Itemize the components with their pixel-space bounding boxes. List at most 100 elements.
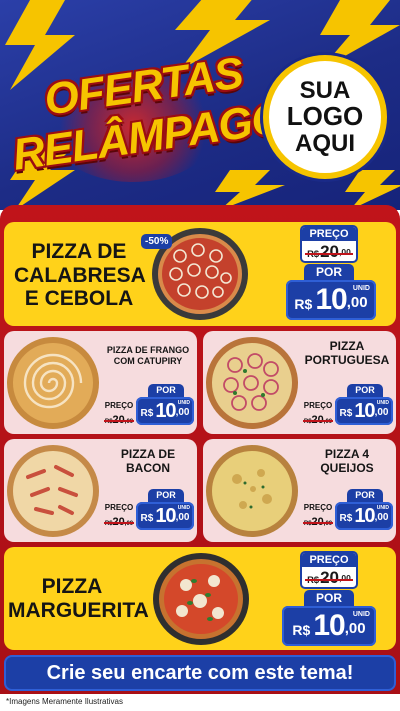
product-card-frango[interactable]: PIZZA DE FRANGO COM CATUPIRY PREÇO R$20,… (4, 331, 197, 434)
unit-label: UNID (376, 400, 389, 406)
product-name-line: MARGUERITA (8, 598, 149, 622)
product-card-marguerita[interactable]: PIZZA MARGUERITA PREÇO R$20,00 POR R$ 10… (4, 547, 396, 650)
preco-label: PREÇO (303, 401, 333, 410)
original-price-tag: PREÇO R$20,00 (102, 503, 136, 530)
product-name-line: PIZZA DE (120, 447, 176, 461)
pizza-frango-image (7, 337, 99, 429)
price-cents: ,00 (344, 620, 366, 637)
pizza-4-queijos-image (206, 445, 298, 537)
product-name-line: COM CATUPIRY (113, 355, 183, 366)
product-name-line: PORTUGUESA (304, 353, 390, 368)
discount-badge: -50% (141, 234, 173, 249)
unit-label: UNID (352, 285, 370, 292)
por-label: POR (304, 590, 354, 606)
price-cents: ,00 (374, 407, 389, 418)
product-name-line: BACON (126, 461, 170, 476)
old-price-cents: ,00 (124, 419, 134, 425)
por-label: POR (148, 489, 184, 502)
original-price-tag: PREÇO R$20,00 (301, 401, 335, 428)
original-price-tag: PREÇO R$20,00 (300, 551, 358, 589)
sale-price-tag: R$ 10 ,00 UNID (282, 606, 376, 646)
sale-price-tag: R$ 10 ,00 UNID (286, 280, 376, 320)
price-cents: ,00 (175, 512, 190, 523)
por-label: POR (347, 489, 383, 502)
footnote: *Imagens Meramente Ilustrativas (6, 697, 123, 706)
old-price-int: 20 (320, 568, 340, 587)
old-price-int: 20 (112, 414, 125, 426)
old-price-currency: R$ (104, 419, 113, 425)
product-card-4-queijos[interactable]: PIZZA 4 QUEIJOS PREÇO R$20,00 POR R$ 10 … (203, 439, 396, 542)
logo-text-line: LOGO (286, 101, 364, 132)
price-int: 10 (315, 283, 347, 316)
unit-label: UNID (177, 505, 190, 511)
logo-text-line: SUA (299, 77, 351, 105)
old-price: R$20,00 (302, 414, 334, 426)
old-price-cents: ,00 (323, 419, 333, 425)
product-name-line: PIZZA DE (31, 240, 127, 263)
preco-label: PREÇO (302, 227, 356, 241)
old-price-int: 20 (112, 516, 125, 528)
old-price: R$20,00 (103, 516, 135, 528)
old-price-int: 20 (320, 242, 340, 261)
price-cents: ,00 (346, 294, 368, 311)
offer-title: OFERTAS RELÂMPAGO (8, 48, 288, 182)
pizza-bacon-image (7, 445, 99, 537)
price-currency: R$ (292, 622, 311, 638)
product-card-bacon[interactable]: PIZZA DE BACON PREÇO R$20,00 POR R$ 10 ,… (4, 439, 197, 542)
old-price: R$20,00 (302, 516, 334, 528)
preco-label: PREÇO (302, 553, 356, 567)
old-price-currency: R$ (303, 419, 312, 425)
product-name-line: PIZZA 4 (324, 447, 370, 461)
price-currency: R$ (140, 512, 154, 524)
header-banner: OFERTAS RELÂMPAGO SUA LOGO AQUI (0, 0, 400, 210)
product-name: PIZZA MARGUERITA (8, 575, 149, 622)
unit-label: UNID (376, 505, 389, 511)
sale-price-tag: R$ 10 ,00 UNID (136, 397, 194, 425)
price-int: 10 (155, 399, 176, 422)
unit-label: UNID (177, 400, 190, 406)
old-price: R$20,00 (103, 414, 135, 426)
logo-placeholder: SUA LOGO AQUI (263, 55, 387, 179)
old-price-currency: R$ (303, 521, 312, 527)
product-name: PIZZA DE BACON (100, 447, 196, 476)
old-price-cents: ,00 (339, 247, 351, 257)
create-flyer-button[interactable]: Crie seu encarte com este tema! (4, 655, 396, 691)
por-label: POR (304, 264, 354, 280)
old-price-int: 20 (311, 414, 324, 426)
product-card-portuguesa[interactable]: PIZZA PORTUGUESA PREÇO R$20,00 POR R$ 10… (203, 331, 396, 434)
price-currency: R$ (339, 407, 353, 419)
preco-label: PREÇO (104, 503, 134, 512)
product-name-line: PIZZA DE FRANGO (106, 345, 190, 355)
original-price-tag: PREÇO R$20,00 (102, 401, 136, 428)
old-price-currency: R$ (104, 521, 113, 527)
product-card-calabresa[interactable]: PIZZA DE CALABRESA E CEBOLA -50% PREÇO R… (4, 222, 396, 326)
product-name-line: PIZZA (41, 575, 103, 598)
original-price-tag: PREÇO R$20,00 (301, 503, 335, 530)
sale-price-tag: R$ 10 ,00 UNID (136, 502, 194, 530)
product-name-line: CALABRESA (14, 263, 146, 287)
old-price-currency: R$ (307, 249, 320, 259)
preco-label: PREÇO (303, 503, 333, 512)
product-name-line: QUEIJOS (320, 461, 374, 476)
sale-price-tag: R$ 10 ,00 UNID (335, 397, 393, 425)
logo-text-line: AQUI (295, 129, 355, 157)
old-price: R$20,00 (305, 241, 353, 261)
old-price: R$20,00 (305, 567, 353, 587)
price-currency: R$ (140, 407, 154, 419)
price-cents: ,00 (374, 512, 389, 523)
pizza-marguerita-image (153, 553, 249, 645)
old-price-cents: ,00 (339, 573, 351, 583)
old-price-cents: ,00 (124, 521, 134, 527)
old-price-cents: ,00 (323, 521, 333, 527)
old-price-currency: R$ (307, 575, 320, 585)
product-name: PIZZA PORTUGUESA (299, 339, 395, 368)
price-cents: ,00 (175, 407, 190, 418)
sale-price-tag: R$ 10 ,00 UNID (335, 502, 393, 530)
price-currency: R$ (294, 296, 313, 312)
price-int: 10 (313, 609, 345, 642)
old-price-int: 20 (311, 516, 324, 528)
product-name: PIZZA DE CALABRESA E CEBOLA (14, 240, 146, 311)
product-name-line: PIZZA (329, 339, 365, 353)
product-name: PIZZA DE FRANGO COM CATUPIRY (100, 345, 196, 367)
price-int: 10 (354, 399, 375, 422)
